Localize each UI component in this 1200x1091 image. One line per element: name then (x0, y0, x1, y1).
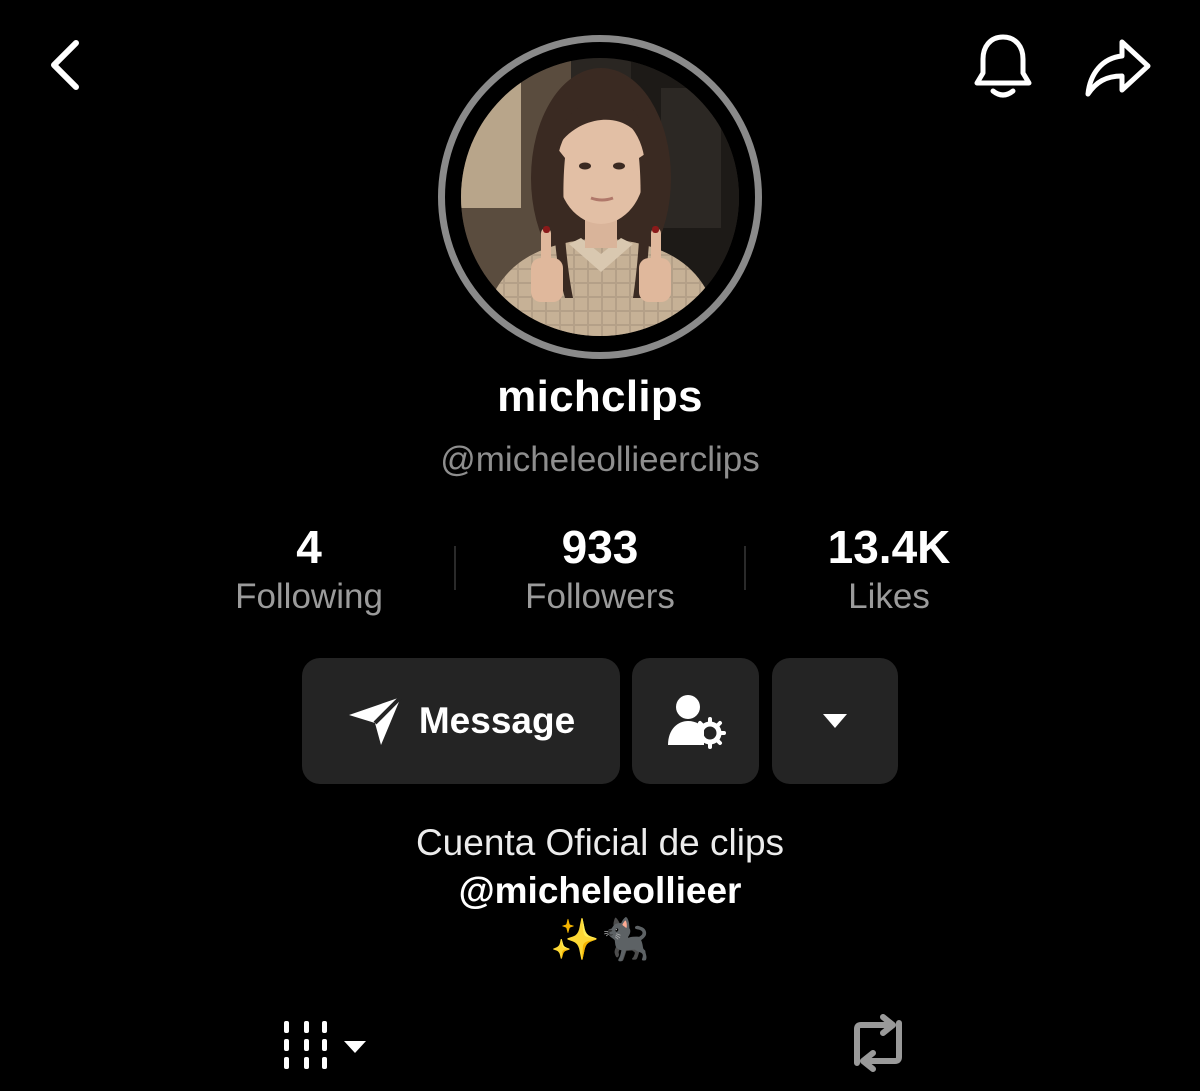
chevron-left-icon (51, 40, 79, 90)
user-settings-icon (667, 695, 726, 749)
friend-settings-button[interactable] (632, 658, 759, 784)
followers-count: 933 (561, 521, 639, 573)
following-count: 4 (296, 521, 322, 573)
back-button[interactable] (30, 30, 100, 100)
tab-reposts[interactable] (840, 1010, 916, 1076)
paper-plane-icon (348, 695, 403, 745)
stat-divider (454, 546, 456, 590)
stat-divider (744, 546, 746, 590)
grid-columns-icon (284, 1021, 366, 1069)
followers-label: Followers (525, 577, 675, 616)
bio-emoji: ✨🐈‍⬛ (550, 918, 650, 962)
notification-bell-button[interactable] (965, 28, 1041, 104)
username: @micheleollieerclips (440, 440, 760, 479)
bio-text: Cuenta Oficial de clips (415, 822, 785, 863)
bell-icon (974, 34, 1032, 98)
stat-followers[interactable]: 933 Followers (470, 520, 730, 620)
likes-label: Likes (848, 577, 930, 616)
message-button[interactable]: Message (302, 658, 620, 784)
tab-videos[interactable] (278, 1010, 378, 1076)
following-label: Following (235, 577, 383, 616)
avatar-photo (461, 58, 739, 336)
share-button[interactable] (1078, 30, 1158, 104)
avatar[interactable] (438, 35, 762, 359)
share-arrow-icon (1085, 39, 1151, 97)
stat-likes[interactable]: 13.4K Likes (759, 520, 1019, 620)
display-name: michclips (497, 372, 703, 421)
message-button-label: Message (418, 700, 576, 741)
more-options-button[interactable] (772, 658, 898, 784)
caret-down-icon (823, 714, 847, 728)
repost-icon (854, 1014, 902, 1072)
likes-count: 13.4K (827, 521, 951, 573)
bio-mention-link[interactable]: @micheleollieer (0, 870, 1200, 912)
stat-following[interactable]: 4 Following (179, 520, 439, 620)
